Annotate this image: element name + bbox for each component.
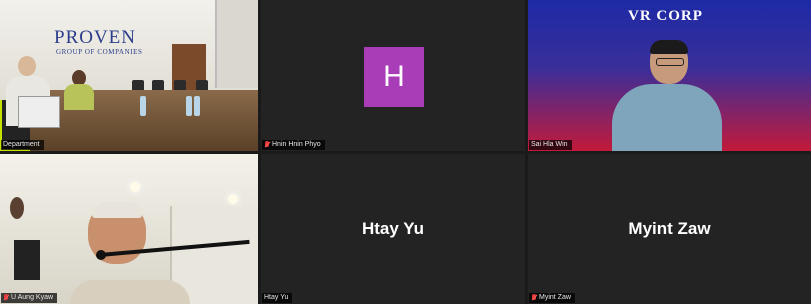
participant-name-tag: Htay Yu [262, 293, 293, 303]
room-window [215, 0, 258, 88]
water-bottle [186, 96, 192, 116]
video-tile-u-aung-kyaw[interactable]: U Aung Kyaw [0, 154, 258, 304]
participant-name: U Aung Kyaw [11, 294, 54, 301]
participant-name-tag: Myint Zaw [529, 293, 575, 303]
person-body [612, 84, 722, 151]
muted-mic-icon [531, 294, 537, 302]
participant-name: Department [3, 141, 40, 148]
water-bottle [140, 96, 146, 116]
ceiling-light [228, 194, 238, 204]
vr-corp-logo: VR CORP [628, 8, 703, 24]
glasses-icon [656, 58, 684, 66]
person-body [70, 280, 190, 304]
person-hair [650, 40, 688, 54]
microphone-icon [96, 250, 106, 260]
participant-display-name: Myint Zaw [628, 219, 711, 238]
muted-mic-icon [3, 294, 9, 302]
participant-name-tag: Hnin Hnin Phyo [262, 140, 325, 150]
ceiling-light [130, 182, 140, 192]
laptop [18, 96, 60, 128]
wall-clock [10, 197, 24, 219]
video-tile-myint-zaw[interactable]: Myint Zaw Myint Zaw [528, 154, 811, 304]
participant-name: Sai Hla Win [531, 141, 568, 148]
participant-name-tag: Department [1, 140, 44, 150]
proven-logo-text: PROVEN [54, 27, 137, 48]
participant-name: Htay Yu [264, 294, 289, 301]
video-tile-sai-hla-win[interactable]: VR CORP Sai Hla Win [528, 0, 811, 151]
participant-name-tag: U Aung Kyaw [1, 293, 58, 303]
participant-name: Hnin Hnin Phyo [272, 141, 321, 148]
water-bottle [194, 96, 200, 116]
muted-mic-icon [264, 141, 270, 149]
video-tile-htay-yu[interactable]: Htay Yu Htay Yu [261, 154, 525, 304]
participant-name: Myint Zaw [539, 294, 571, 301]
proven-logo-subtext: GROUP OF COMPANIES [56, 48, 143, 56]
video-tile-hnin-hnin-phyo[interactable]: H Hnin Hnin Phyo [261, 0, 525, 151]
participant-person [612, 40, 722, 151]
video-grid: PROVEN GROUP OF COMPANIES Department H H… [0, 0, 811, 304]
participant-avatar: H [364, 47, 424, 107]
video-tile-department[interactable]: PROVEN GROUP OF COMPANIES Department [0, 0, 258, 151]
person-body [64, 84, 94, 110]
participant-name-tag: Sai Hla Win [529, 140, 572, 150]
participant-display-name: Htay Yu [361, 219, 425, 238]
person-hair [92, 202, 142, 218]
participant-person [62, 70, 96, 110]
wall-screen [14, 240, 40, 280]
person-head [18, 56, 36, 76]
